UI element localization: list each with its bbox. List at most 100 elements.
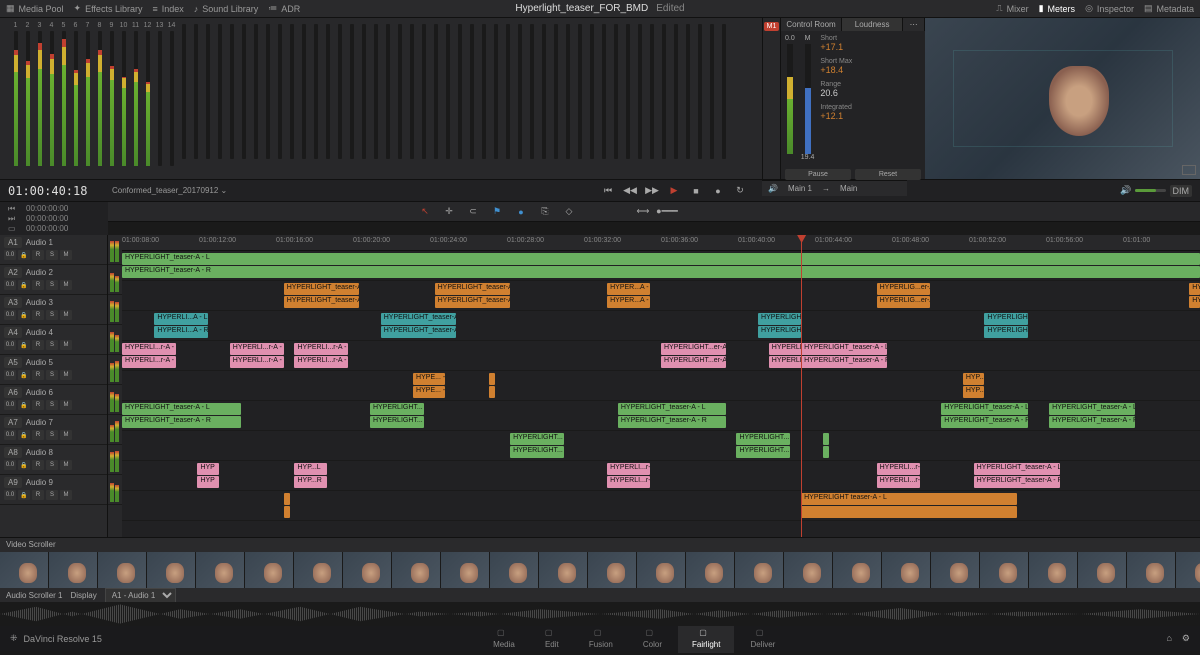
video-viewer[interactable] xyxy=(925,18,1200,179)
mute-button[interactable]: M xyxy=(60,490,72,500)
track-vol[interactable]: 0.0 xyxy=(4,490,16,500)
audio-clip[interactable]: HYPERLIGHT... xyxy=(370,416,424,428)
audio-clip[interactable] xyxy=(489,373,495,385)
audio-clip[interactable]: HYPERLIGHT_teaser-A - R xyxy=(122,416,241,428)
video-thumb[interactable] xyxy=(343,552,391,588)
page-tab-color[interactable]: ▢Color xyxy=(629,624,676,653)
timeline-name-dropdown[interactable]: Conformed_teaser_20170912 ⌄ xyxy=(108,186,228,195)
audio-scroller-select[interactable]: A1 - Audio 1 xyxy=(105,588,176,603)
arm-button[interactable]: R xyxy=(32,340,44,350)
rewind-button[interactable]: ⏮ xyxy=(601,184,615,198)
audio-clip[interactable]: HYP...L xyxy=(294,463,326,475)
track-header-A5[interactable]: A5Audio 50.0🔒RSM xyxy=(0,355,107,385)
video-thumb[interactable] xyxy=(735,552,783,588)
mute-button[interactable]: M xyxy=(60,400,72,410)
video-thumb[interactable] xyxy=(882,552,930,588)
audio-clip[interactable] xyxy=(801,506,1017,518)
video-thumb[interactable] xyxy=(1176,552,1200,588)
audio-clip[interactable]: HYP xyxy=(197,476,219,488)
audio-clip[interactable]: HYPERLI...r-A xyxy=(877,476,920,488)
track-vol[interactable]: 0.0 xyxy=(4,460,16,470)
solo-button[interactable]: S xyxy=(46,250,58,260)
mute-button[interactable]: M xyxy=(60,340,72,350)
arm-button[interactable]: R xyxy=(32,460,44,470)
page-tab-fusion[interactable]: ▢Fusion xyxy=(575,624,627,653)
track-row-A1[interactable]: HYPERLIGHT_teaser-A - LHYPERLIGHT_teaser… xyxy=(122,251,1200,281)
pointer-tool[interactable]: ↖ xyxy=(418,205,432,219)
mute-button[interactable]: M xyxy=(60,250,72,260)
dim-button[interactable]: DIM xyxy=(1170,185,1193,197)
media-pool-tab[interactable]: ▦Media Pool xyxy=(6,3,64,14)
audio-clip[interactable]: HYPERLIGHT_teaser-A - L xyxy=(974,463,1060,475)
mute-button[interactable]: M xyxy=(60,310,72,320)
track-row-A4[interactable]: HYPERLI...r-A - LHYPERLI...r-A - RHYPERL… xyxy=(122,341,1200,371)
solo-button[interactable]: S xyxy=(46,340,58,350)
audio-clip[interactable]: HYPERLI...A - R xyxy=(154,326,208,338)
audio-clip[interactable] xyxy=(284,493,290,505)
audio-clip[interactable]: HYPERLIGHT... xyxy=(758,326,801,338)
video-thumb[interactable] xyxy=(833,552,881,588)
arm-button[interactable]: R xyxy=(32,430,44,440)
audio-clip[interactable]: HYPERLIGHT_teaser-A - R xyxy=(1049,416,1135,428)
video-thumb[interactable] xyxy=(0,552,48,588)
track-header-A3[interactable]: A3Audio 30.0🔒RSM xyxy=(0,295,107,325)
meters-tab[interactable]: ▮Meters xyxy=(1039,3,1075,14)
track-row-A8[interactable]: HYPHYPHYP...LHYP...RHYPERLI...r-AHYPERLI… xyxy=(122,461,1200,491)
audio-clip[interactable]: HYPERLIGHT_teaser-A - R xyxy=(618,416,726,428)
settings-button[interactable]: ⚙ xyxy=(1182,633,1190,644)
audio-clip[interactable]: HYPERLI...r-A xyxy=(607,476,650,488)
lock-button[interactable]: 🔒 xyxy=(18,400,30,410)
index-tab[interactable]: ≡Index xyxy=(152,4,183,14)
next-button[interactable]: ▶▶ xyxy=(645,184,659,198)
video-thumb[interactable] xyxy=(931,552,979,588)
audio-clip[interactable]: HYPERLIG...er-A - L xyxy=(877,283,931,295)
audio-clip[interactable]: HYPERLI...r-A xyxy=(607,463,650,475)
video-thumb[interactable] xyxy=(980,552,1028,588)
track-vol[interactable]: 0.0 xyxy=(4,310,16,320)
audio-clip[interactable]: HYPERLI...r-A - L xyxy=(230,343,284,355)
track-header-A9[interactable]: A9Audio 90.0🔒RSM xyxy=(0,475,107,505)
expand-viewer-icon[interactable] xyxy=(1182,165,1196,175)
marker-color[interactable]: ● xyxy=(514,205,528,219)
video-thumb[interactable] xyxy=(98,552,146,588)
mute-button[interactable]: M xyxy=(60,280,72,290)
audio-clip[interactable]: HYPERLI...A - L xyxy=(154,313,208,325)
track-row-A2[interactable]: HYPERLIGHT_teaser-A - LHYPERLIGHT_teaser… xyxy=(122,281,1200,311)
lock-button[interactable]: 🔒 xyxy=(18,430,30,440)
arm-button[interactable]: R xyxy=(32,280,44,290)
solo-button[interactable]: S xyxy=(46,310,58,320)
page-tab-deliver[interactable]: ▢Deliver xyxy=(736,624,789,653)
lock-button[interactable]: 🔒 xyxy=(18,310,30,320)
track-row-A5[interactable]: HYPE... - LHYPE... - RHYP... LHYP... R xyxy=(122,371,1200,401)
lock-button[interactable]: 🔒 xyxy=(18,340,30,350)
solo-button[interactable]: S xyxy=(46,370,58,380)
timecode-display[interactable]: 01:00:40:18 xyxy=(0,184,108,198)
audio-clip[interactable]: HYP... R xyxy=(963,386,985,398)
lock-button[interactable]: 🔒 xyxy=(18,490,30,500)
loudness-tab[interactable]: Loudness xyxy=(842,18,903,31)
audio-clip[interactable]: HY xyxy=(1189,283,1200,295)
audio-clip[interactable] xyxy=(823,433,829,445)
video-thumb[interactable] xyxy=(1029,552,1077,588)
lock-button[interactable]: 🔒 xyxy=(18,370,30,380)
track-header-A6[interactable]: A6Audio 60.0🔒RSM xyxy=(0,385,107,415)
zoom-tool[interactable]: ⟷ xyxy=(636,205,650,219)
audio-clip[interactable]: HYPE... - R xyxy=(413,386,445,398)
flag-tool[interactable]: ⚑ xyxy=(490,205,504,219)
audio-clip[interactable]: HYPERLIGHT_teaser-A - R xyxy=(801,356,887,368)
audio-clip[interactable]: HYPERLIGHT... xyxy=(370,403,424,415)
arm-button[interactable]: R xyxy=(32,370,44,380)
lock-button[interactable]: 🔒 xyxy=(18,460,30,470)
solo-button[interactable]: S xyxy=(46,460,58,470)
audio-clip[interactable]: HYPERLIGHT... xyxy=(736,433,790,445)
record-button[interactable]: ● xyxy=(711,184,725,198)
video-thumb[interactable] xyxy=(441,552,489,588)
page-tab-edit[interactable]: ▢Edit xyxy=(531,624,573,653)
track-row-A9[interactable]: HYPERLIGHT teaser-A - L xyxy=(122,491,1200,521)
inspector-tab[interactable]: ◎Inspector xyxy=(1085,3,1134,14)
video-thumb[interactable] xyxy=(196,552,244,588)
audio-clip[interactable]: HYPERLIG...er-A - R xyxy=(877,296,931,308)
track-header-A8[interactable]: A8Audio 80.0🔒RSM xyxy=(0,445,107,475)
audio-clip[interactable] xyxy=(284,506,290,518)
stop-button[interactable]: ■ xyxy=(689,184,703,198)
